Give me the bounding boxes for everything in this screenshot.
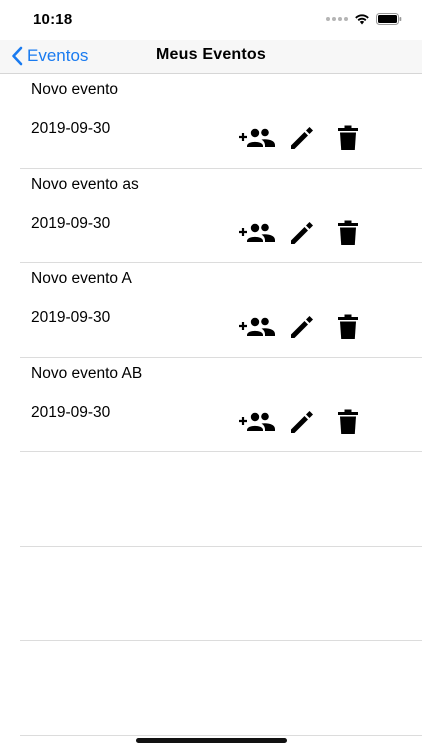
empty-row <box>20 547 422 641</box>
event-date: 2019-09-30 <box>31 309 111 326</box>
add-participants-button[interactable] <box>237 408 277 436</box>
pencil-icon <box>291 221 313 244</box>
group-add-icon <box>239 317 275 336</box>
add-participants-button[interactable] <box>237 313 277 341</box>
delete-event-button[interactable] <box>335 219 361 247</box>
battery-icon <box>376 13 402 25</box>
delete-event-button[interactable] <box>335 313 361 341</box>
status-time: 10:18 <box>33 11 73 28</box>
event-title: Novo evento as <box>31 175 139 193</box>
group-add-icon <box>239 128 275 147</box>
trash-icon <box>338 409 358 434</box>
status-bar: 10:18 <box>0 0 422 40</box>
edit-event-button[interactable] <box>287 313 317 341</box>
wifi-icon <box>355 14 369 25</box>
pencil-icon <box>291 127 313 149</box>
event-date: 2019-09-30 <box>31 403 111 421</box>
status-icons <box>326 13 402 25</box>
event-title: Novo evento A <box>31 270 132 287</box>
edit-event-button[interactable] <box>287 219 317 247</box>
event-row[interactable]: Novo evento A 2019-09-30 <box>20 263 422 358</box>
trash-icon <box>338 220 358 245</box>
empty-row <box>20 641 422 736</box>
edit-event-button[interactable] <box>287 408 317 436</box>
events-list: Novo evento 2019-09-30 Novo evento as 20… <box>0 74 422 736</box>
group-add-icon <box>239 223 275 242</box>
pencil-icon <box>291 316 313 338</box>
page-title: Meus Eventos <box>156 46 266 63</box>
delete-event-button[interactable] <box>335 124 361 152</box>
empty-row <box>20 452 422 547</box>
event-actions <box>237 313 362 341</box>
trash-icon <box>338 314 358 339</box>
signal-icon <box>326 17 348 21</box>
event-actions <box>237 408 362 436</box>
event-row[interactable]: Novo evento AB 2019-09-30 <box>20 358 422 452</box>
group-add-icon <box>239 412 275 431</box>
edit-event-button[interactable] <box>287 124 317 152</box>
trash-icon <box>338 125 358 150</box>
event-date: 2019-09-30 <box>31 120 111 137</box>
event-title: Novo evento AB <box>31 364 143 382</box>
event-title: Novo evento <box>31 81 119 98</box>
event-row[interactable]: Novo evento as 2019-09-30 <box>20 169 422 263</box>
delete-event-button[interactable] <box>335 408 361 436</box>
event-actions <box>237 219 362 247</box>
add-participants-button[interactable] <box>237 219 277 247</box>
event-actions <box>237 124 362 152</box>
event-row[interactable]: Novo evento 2019-09-30 <box>20 74 422 169</box>
add-participants-button[interactable] <box>237 124 277 152</box>
home-indicator[interactable] <box>136 738 287 743</box>
pencil-icon <box>291 410 313 433</box>
navigation-bar: Eventos Meus Eventos <box>0 40 422 74</box>
event-date: 2019-09-30 <box>31 214 111 232</box>
